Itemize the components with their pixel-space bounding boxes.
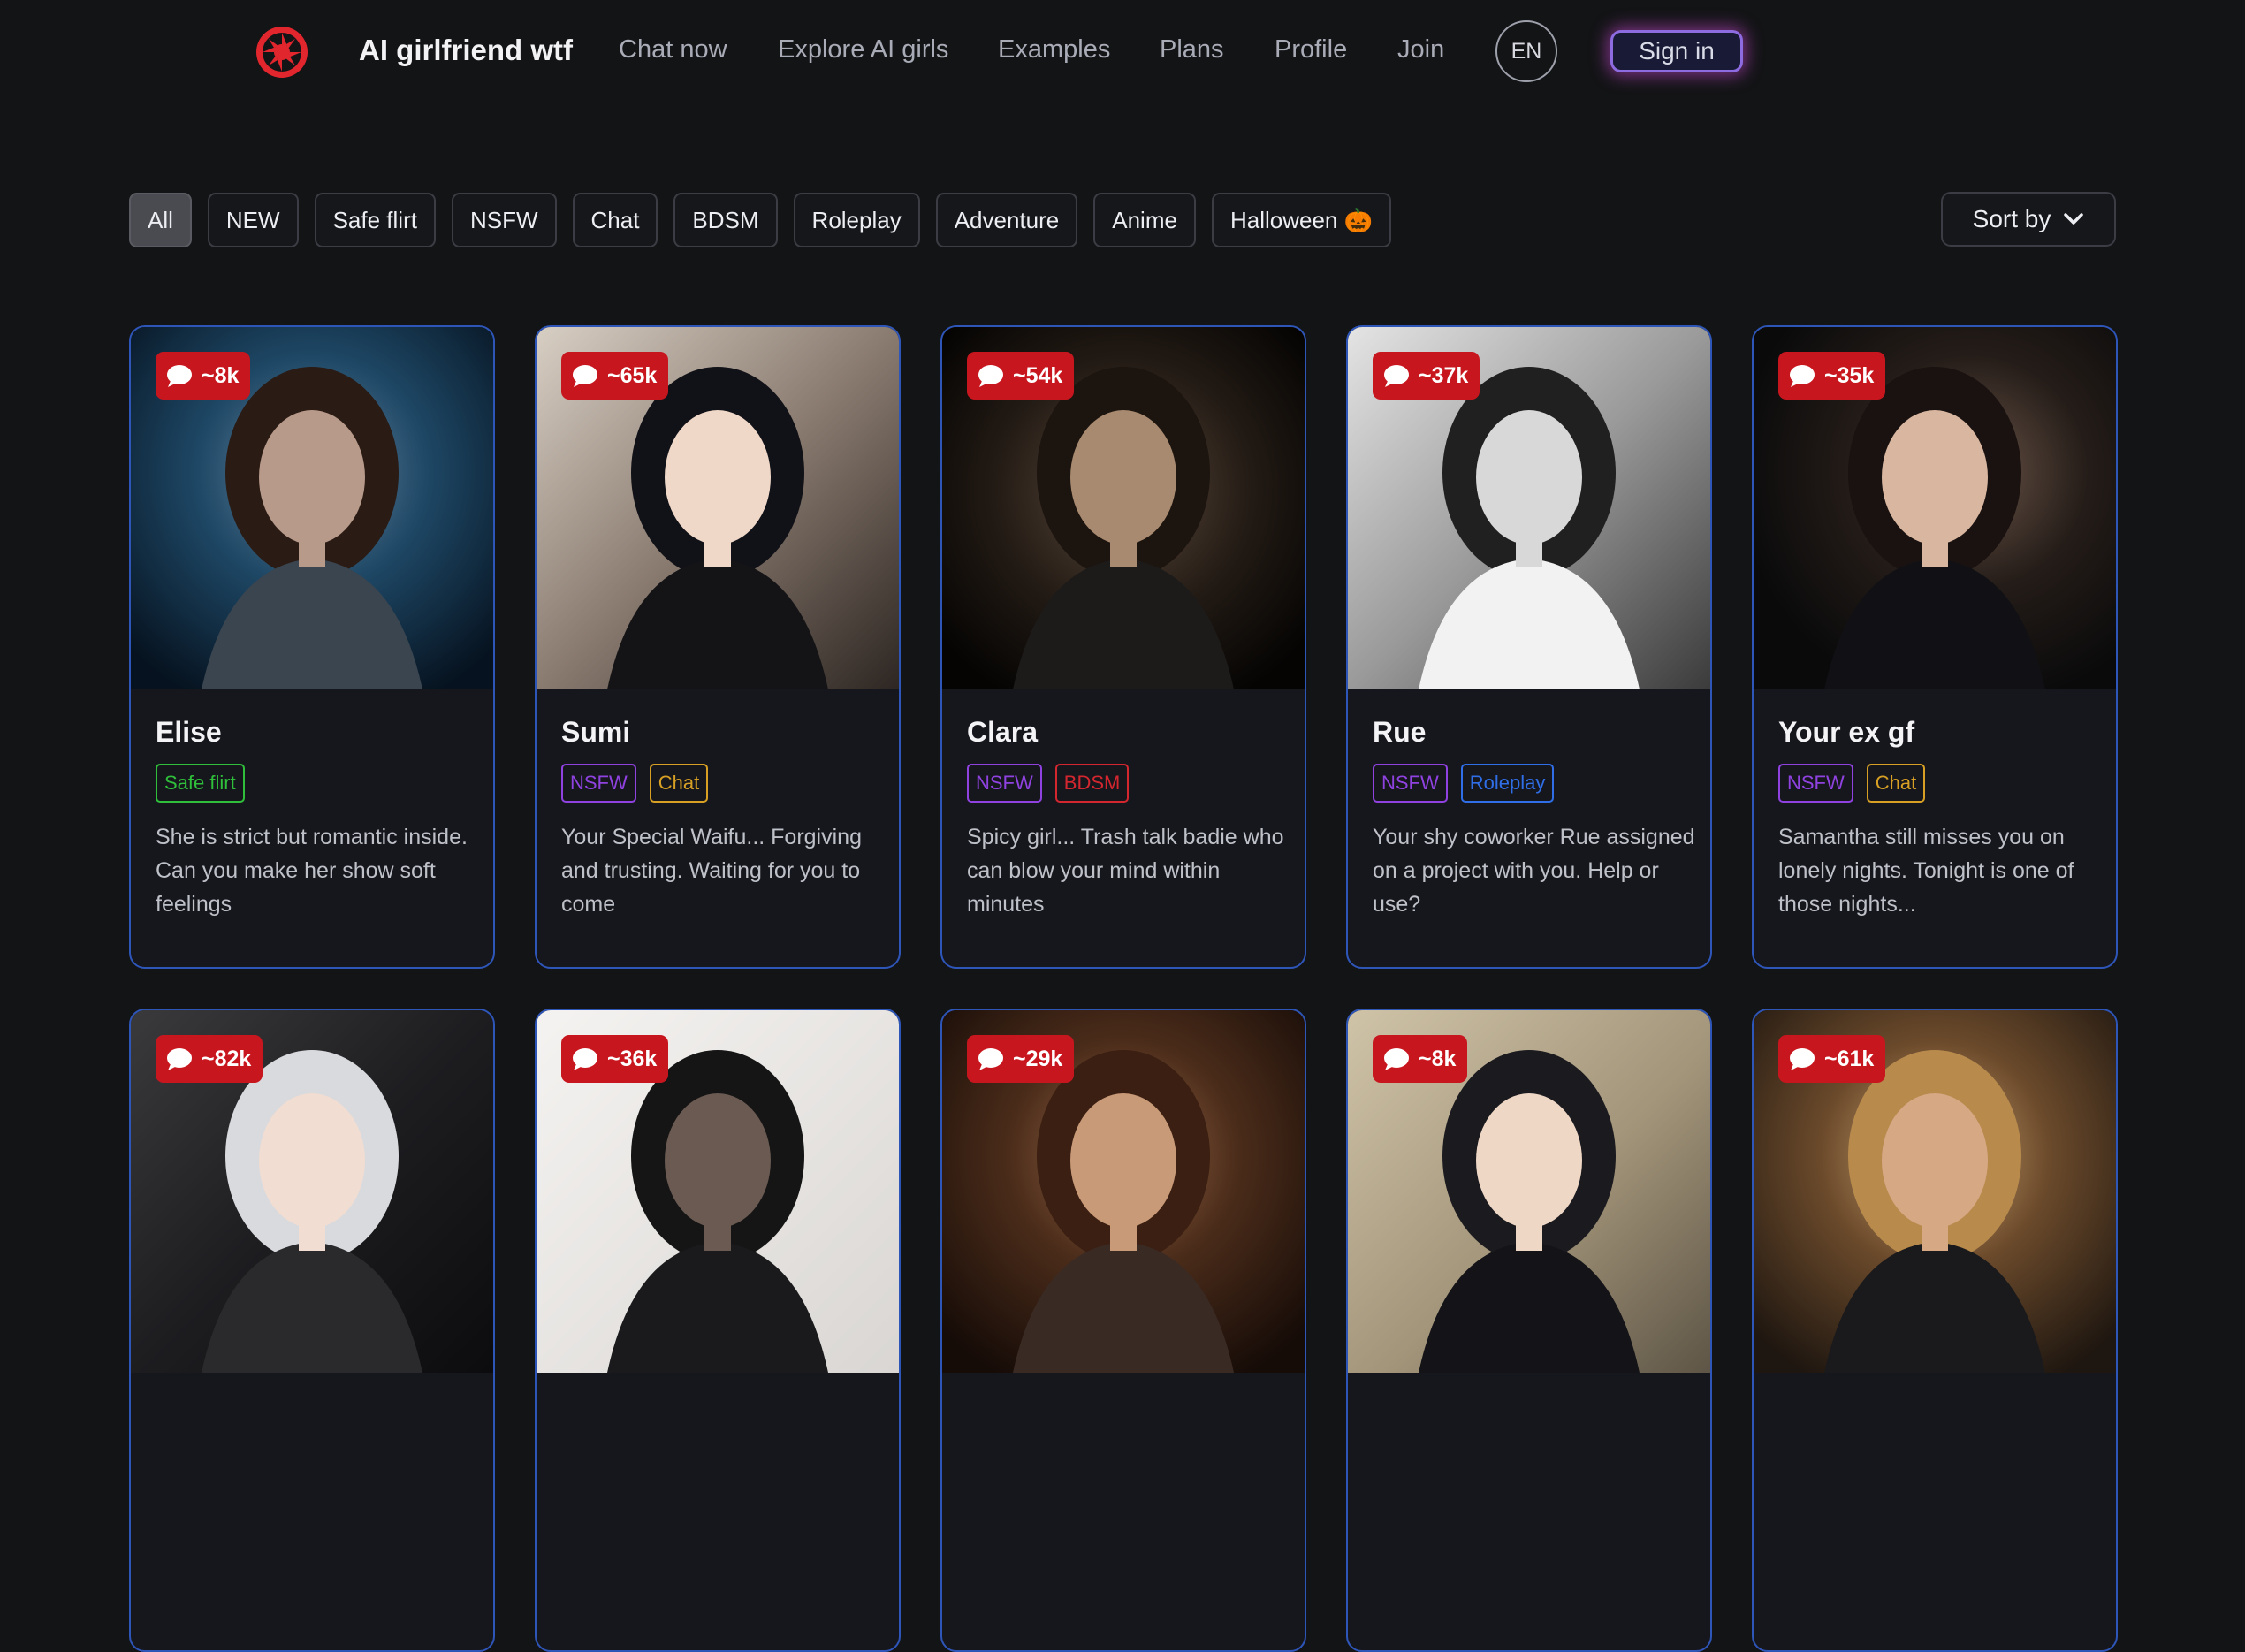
character-card[interactable]: ~61k	[1752, 1009, 2118, 1652]
message-count-badge: ~29k	[967, 1035, 1075, 1083]
character-card[interactable]: ~36k	[535, 1009, 901, 1652]
message-count: ~8k	[1419, 1046, 1457, 1071]
logo-icon[interactable]	[255, 25, 309, 80]
character-card[interactable]: ~54k Clara NSFW BDSM Spicy girl... Trash tal…	[940, 325, 1306, 969]
character-description: Spicy girl... Trash talk badie who can b…	[967, 825, 1284, 917]
character-card[interactable]: ~82k	[129, 1009, 495, 1652]
message-count: ~36k	[607, 1046, 658, 1071]
message-count: ~65k	[607, 362, 658, 388]
character-description: Your shy coworker Rue assigned on a proj…	[1373, 825, 1695, 917]
tag-badge: Safe flirt	[156, 764, 245, 803]
chat-bubble-icon	[167, 365, 192, 387]
message-count: ~29k	[1013, 1046, 1063, 1071]
filter-chip-halloween[interactable]: Halloween 🎃	[1211, 193, 1391, 247]
message-count: ~54k	[1013, 362, 1063, 388]
tag-badge: NSFW	[561, 764, 636, 803]
chat-bubble-icon	[1790, 365, 1815, 387]
tag-badge: NSFW	[1778, 764, 1853, 803]
sort-by-dropdown[interactable]: Sort by	[1941, 192, 2116, 247]
character-name: Clara	[967, 716, 1039, 748]
character-tags: NSFW Chat	[561, 764, 709, 803]
character-description: Samantha still misses you on lonely nigh…	[1778, 825, 2074, 917]
message-count-badge: ~54k	[967, 352, 1075, 400]
chat-bubble-icon	[1384, 365, 1409, 387]
nav-profile[interactable]: Profile	[1275, 35, 1347, 65]
tag-badge: BDSM	[1054, 764, 1130, 803]
character-name: Rue	[1373, 716, 1427, 748]
nav-chat-now[interactable]: Chat now	[619, 35, 727, 65]
sort-by-label: Sort by	[1972, 205, 2051, 232]
character-card[interactable]: ~65k Sumi NSFW Chat Your Special Waifu... Fo…	[535, 325, 901, 969]
chat-bubble-icon	[978, 365, 1003, 387]
top-navigation-bar: AI girlfriend wtf Chat now Explore AI gi…	[0, 0, 2245, 106]
character-card[interactable]: ~8k Elise Safe flirt She is strict but roma…	[129, 325, 495, 969]
character-name: Sumi	[561, 716, 631, 748]
message-count: ~61k	[1824, 1046, 1875, 1071]
category-filter-bar: All NEW Safe flirt NSFW Chat BDSM Rolepl…	[129, 193, 1391, 247]
nav-examples[interactable]: Examples	[998, 35, 1110, 65]
tag-badge: Roleplay	[1460, 764, 1555, 803]
filter-chip-roleplay[interactable]: Roleplay	[793, 193, 920, 247]
brand-name[interactable]: AI girlfriend wtf	[359, 34, 573, 67]
filter-chip-new[interactable]: NEW	[207, 193, 299, 247]
character-tags: NSFW BDSM	[967, 764, 1130, 803]
tag-badge: Chat	[649, 764, 709, 803]
message-count-badge: ~65k	[561, 352, 669, 400]
tag-badge: NSFW	[1373, 764, 1448, 803]
chat-bubble-icon	[167, 1048, 192, 1070]
character-name: Elise	[156, 716, 222, 748]
character-card[interactable]: ~8k	[1346, 1009, 1712, 1652]
character-card[interactable]: ~37k Rue NSFW Roleplay Your shy coworker Rue…	[1346, 325, 1712, 969]
filter-chip-safe-flirt[interactable]: Safe flirt	[314, 193, 436, 247]
language-selector[interactable]: EN	[1495, 20, 1557, 82]
filter-chip-bdsm[interactable]: BDSM	[674, 193, 778, 247]
filter-chip-adventure[interactable]: Adventure	[935, 193, 1078, 247]
character-name: Your ex gf	[1778, 716, 1915, 748]
character-card[interactable]: ~29k	[940, 1009, 1306, 1652]
message-count-badge: ~61k	[1778, 1035, 1886, 1083]
chat-bubble-icon	[573, 1048, 597, 1070]
chat-bubble-icon	[573, 365, 597, 387]
character-tags: NSFW Roleplay	[1373, 764, 1555, 803]
message-count: ~8k	[202, 362, 240, 388]
message-count-badge: ~8k	[1373, 1035, 1468, 1083]
message-count-badge: ~37k	[1373, 352, 1480, 400]
nav-explore-ai-girls[interactable]: Explore AI girls	[778, 35, 948, 65]
filter-chip-anime[interactable]: Anime	[1093, 193, 1196, 247]
message-count-badge: ~82k	[156, 1035, 263, 1083]
sign-in-button[interactable]: Sign in	[1610, 30, 1743, 72]
character-grid: ~8k Elise Safe flirt She is strict but roma…	[129, 325, 2118, 1652]
filter-chip-chat[interactable]: Chat	[572, 193, 658, 247]
message-count-badge: ~8k	[156, 352, 251, 400]
chat-bubble-icon	[1790, 1048, 1815, 1070]
character-tags: Safe flirt	[156, 764, 245, 803]
message-count-badge: ~35k	[1778, 352, 1886, 400]
nav-plans[interactable]: Plans	[1160, 35, 1224, 65]
tag-badge: NSFW	[967, 764, 1042, 803]
filter-chip-nsfw[interactable]: NSFW	[451, 193, 557, 247]
message-count-badge: ~36k	[561, 1035, 669, 1083]
nav-join[interactable]: Join	[1397, 35, 1444, 65]
message-count: ~35k	[1824, 362, 1875, 388]
character-card[interactable]: ~35k Your ex gf NSFW Chat Samantha still mis…	[1752, 325, 2118, 969]
chat-bubble-icon	[978, 1048, 1003, 1070]
tag-badge: Chat	[1866, 764, 1926, 803]
character-description: She is strict but romantic inside. Can y…	[156, 825, 468, 917]
message-count: ~82k	[202, 1046, 252, 1071]
chat-bubble-icon	[1384, 1048, 1409, 1070]
character-tags: NSFW Chat	[1778, 764, 1926, 803]
character-description: Your Special Waifu... Forgiving and trus…	[561, 825, 862, 917]
chevron-down-icon	[2064, 213, 2084, 225]
message-count: ~37k	[1419, 362, 1469, 388]
filter-chip-all[interactable]: All	[129, 193, 192, 247]
